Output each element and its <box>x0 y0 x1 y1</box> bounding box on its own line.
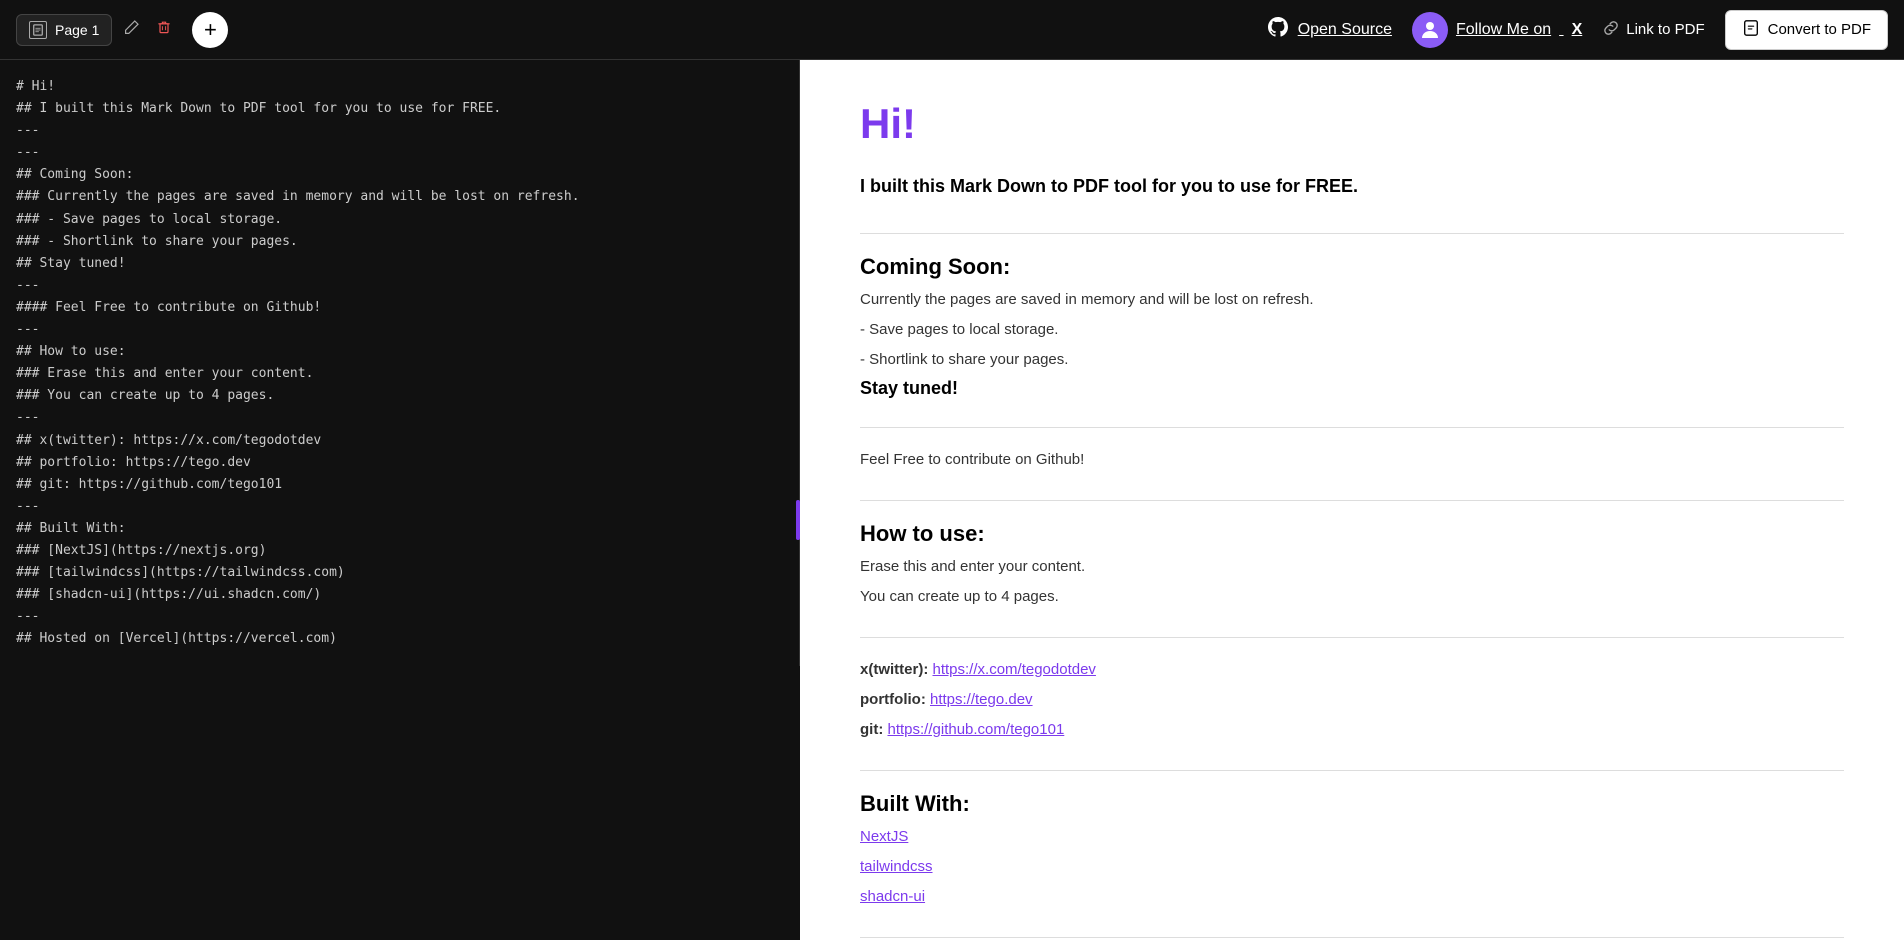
preview-how-to: How to use: Erase this and enter your co… <box>860 521 1844 609</box>
document-pdf-icon <box>1742 19 1760 37</box>
tailwind-link[interactable]: tailwindcss <box>860 858 933 875</box>
divider-5 <box>860 770 1844 771</box>
stay-tuned: Stay tuned! <box>860 378 1844 399</box>
portfolio-label: portfolio: <box>860 691 926 708</box>
twitter-label: x(twitter): <box>860 661 928 678</box>
divider-4 <box>860 637 1844 638</box>
portfolio-link[interactable]: https://tego.dev <box>930 691 1033 708</box>
tailwind-line: tailwindcss <box>860 855 1844 879</box>
git-link[interactable]: https://github.com/tego101 <box>888 721 1065 738</box>
convert-to-pdf-button[interactable]: Convert to PDF <box>1725 10 1888 50</box>
contribute-text: Feel Free to contribute on Github! <box>860 448 1844 472</box>
github-icon <box>1266 15 1290 44</box>
how-to-p1: Erase this and enter your content. <box>860 555 1844 579</box>
open-source-button[interactable]: Open Source <box>1266 15 1392 44</box>
avatar <box>1412 12 1448 48</box>
add-page-button[interactable]: + <box>192 12 228 48</box>
edit-icon[interactable] <box>120 15 144 44</box>
twitter-line: x(twitter): https://x.com/tegodotdev <box>860 658 1844 682</box>
link-icon <box>1602 19 1620 41</box>
preview-intro: I built this Mark Down to PDF tool for y… <box>860 172 1844 201</box>
page-tab-label: Page 1 <box>55 22 99 38</box>
divider-1 <box>860 233 1844 234</box>
preview-pane: Hi! I built this Mark Down to PDF tool f… <box>800 60 1904 940</box>
coming-soon-p3: - Shortlink to share your pages. <box>860 348 1844 372</box>
preview-built-with: Built With: NextJS tailwindcss shadcn-ui <box>860 791 1844 909</box>
twitter-link[interactable]: https://x.com/tegodotdev <box>933 661 1096 678</box>
document-icon <box>32 24 44 36</box>
coming-soon-heading: Coming Soon: <box>860 254 1844 280</box>
shadcn-link[interactable]: shadcn-ui <box>860 888 925 905</box>
page-icon <box>29 21 47 39</box>
user-avatar-icon <box>1418 18 1442 42</box>
editor-pane[interactable]: # Hi! ## I built this Mark Down to PDF t… <box>0 60 800 666</box>
convert-label: Convert to PDF <box>1768 21 1871 38</box>
preview-heading: Hi! <box>860 100 1844 148</box>
page-tab[interactable]: Page 1 <box>16 14 112 46</box>
header: Page 1 + Open Source <box>0 0 1904 60</box>
follow-me-button[interactable]: Follow Me on X <box>1412 12 1582 48</box>
preview-links: x(twitter): https://x.com/tegodotdev por… <box>860 658 1844 742</box>
main-content: # Hi! ## I built this Mark Down to PDF t… <box>0 60 1904 940</box>
header-left: Page 1 + <box>16 12 228 48</box>
shadcn-line: shadcn-ui <box>860 885 1844 909</box>
x-icon: X <box>1572 21 1583 39</box>
divider-6 <box>860 937 1844 938</box>
trash-icon <box>156 19 172 35</box>
how-to-heading: How to use: <box>860 521 1844 547</box>
follow-me-label: Follow Me on <box>1456 21 1551 39</box>
pencil-icon <box>124 19 140 35</box>
github-svg <box>1266 15 1290 39</box>
divider-3 <box>860 500 1844 501</box>
git-label: git: <box>860 721 883 738</box>
coming-soon-p1: Currently the pages are saved in memory … <box>860 288 1844 312</box>
divider-2 <box>860 427 1844 428</box>
git-line: git: https://github.com/tego101 <box>860 718 1844 742</box>
link-to-pdf-button[interactable]: Link to PDF <box>1602 19 1704 41</box>
editor-wrapper: # Hi! ## I built this Mark Down to PDF t… <box>0 60 800 940</box>
portfolio-line: portfolio: https://tego.dev <box>860 688 1844 712</box>
coming-soon-p2: - Save pages to local storage. <box>860 318 1844 342</box>
open-source-label: Open Source <box>1298 21 1392 39</box>
preview-contribute: Feel Free to contribute on Github! <box>860 448 1844 472</box>
nextjs-line: NextJS <box>860 825 1844 849</box>
chain-link-icon <box>1602 19 1620 37</box>
editor-content[interactable]: # Hi! ## I built this Mark Down to PDF t… <box>16 76 783 650</box>
built-with-heading: Built With: <box>860 791 1844 817</box>
header-right: Open Source Follow Me on X Link to PDF <box>1266 10 1888 50</box>
delete-icon[interactable] <box>152 15 176 44</box>
scroll-indicator <box>796 500 800 540</box>
nextjs-link[interactable]: NextJS <box>860 828 908 845</box>
file-pdf-icon <box>1742 19 1760 41</box>
preview-coming-soon: Coming Soon: Currently the pages are sav… <box>860 254 1844 399</box>
how-to-p2: You can create up to 4 pages. <box>860 585 1844 609</box>
link-to-pdf-label: Link to PDF <box>1626 21 1704 38</box>
